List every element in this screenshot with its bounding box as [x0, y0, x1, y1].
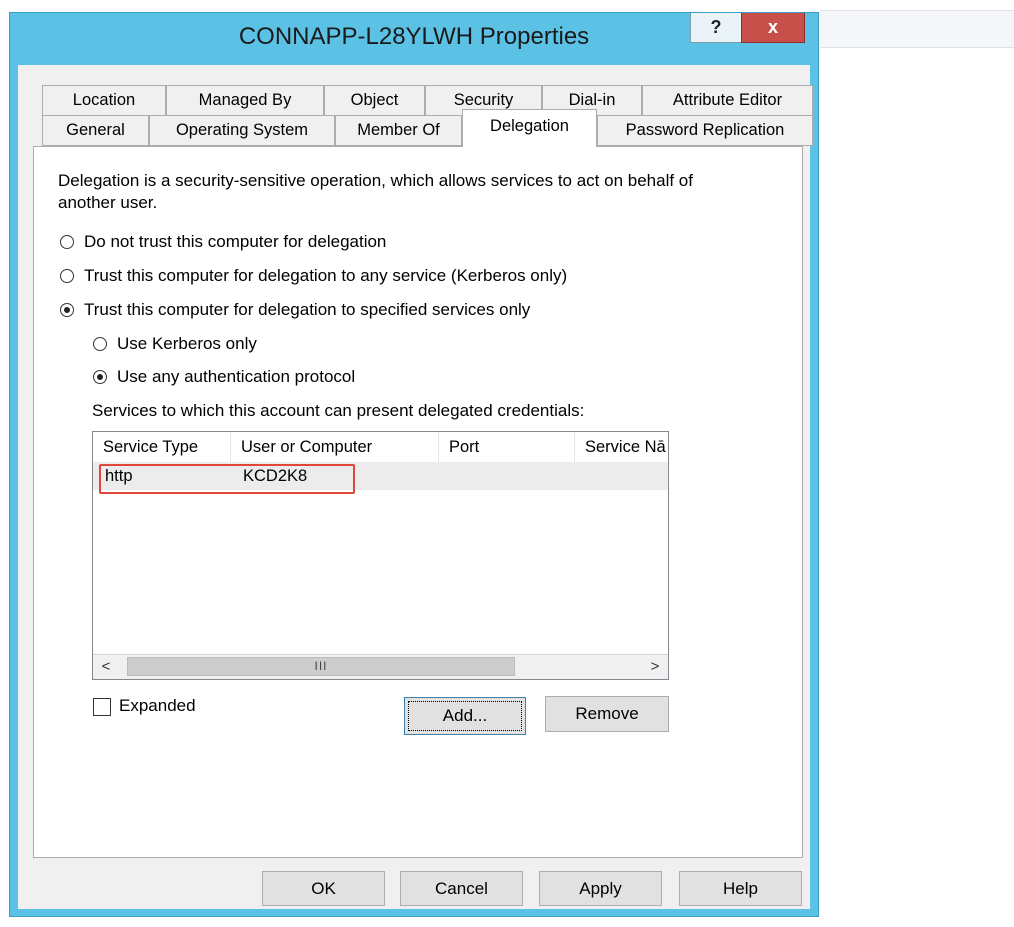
- radio-trust-any-service[interactable]: [60, 269, 74, 283]
- title-bar[interactable]: CONNAPP-L28YLWH Properties ? x: [10, 13, 818, 65]
- annotation-highlight-box: [99, 464, 355, 494]
- services-list[interactable]: Service Type User or Computer Port Servi…: [92, 431, 669, 680]
- tab-managed-by[interactable]: Managed By: [166, 85, 324, 115]
- help-button[interactable]: Help: [679, 871, 802, 906]
- add-button[interactable]: Add...: [404, 697, 526, 735]
- remove-button[interactable]: Remove: [545, 696, 669, 732]
- delegation-description: Delegation is a security-sensitive opera…: [58, 171, 693, 212]
- ok-button[interactable]: OK: [262, 871, 385, 906]
- scroll-left-arrow-icon[interactable]: <: [95, 655, 117, 678]
- services-label: Services to which this account can prese…: [92, 401, 585, 420]
- tab-operating-system[interactable]: Operating System: [149, 115, 335, 146]
- scroll-right-arrow-icon[interactable]: >: [644, 655, 666, 678]
- tab-password-replication[interactable]: Password Replication: [597, 115, 813, 146]
- scroll-grip-icon: III: [314, 659, 328, 673]
- radio-use-any-protocol-label[interactable]: Use any authentication protocol: [117, 367, 355, 387]
- expanded-checkbox[interactable]: [93, 698, 111, 716]
- scroll-thumb[interactable]: III: [127, 657, 515, 676]
- radio-do-not-trust-label[interactable]: Do not trust this computer for delegatio…: [84, 232, 386, 252]
- list-header: Service Type User or Computer Port Servi…: [93, 432, 668, 463]
- tab-general[interactable]: General: [42, 115, 149, 146]
- column-service-name[interactable]: Service Nā: [575, 432, 668, 462]
- tab-attribute-editor[interactable]: Attribute Editor: [642, 85, 813, 115]
- radio-trust-any-service-label[interactable]: Trust this computer for delegation to an…: [84, 266, 567, 286]
- radio-use-kerberos-only-label[interactable]: Use Kerberos only: [117, 334, 257, 354]
- tab-member-of[interactable]: Member Of: [335, 115, 462, 146]
- horizontal-scrollbar[interactable]: < III >: [93, 654, 668, 679]
- help-titlebar-button[interactable]: ?: [690, 13, 742, 43]
- radio-use-any-protocol[interactable]: [93, 370, 107, 384]
- expanded-label[interactable]: Expanded: [119, 696, 196, 716]
- tab-location[interactable]: Location: [42, 85, 166, 115]
- close-button[interactable]: x: [741, 13, 805, 43]
- column-user-or-computer[interactable]: User or Computer: [231, 432, 439, 462]
- cancel-button[interactable]: Cancel: [400, 871, 523, 906]
- column-service-type[interactable]: Service Type: [93, 432, 231, 462]
- radio-trust-specified-services[interactable]: [60, 303, 74, 317]
- focus-rectangle: [408, 701, 522, 731]
- panel-border: [802, 146, 803, 858]
- tab-object[interactable]: Object: [324, 85, 425, 115]
- radio-use-kerberos-only[interactable]: [93, 337, 107, 351]
- tab-delegation[interactable]: Delegation: [462, 109, 597, 147]
- background-window-strip: [820, 10, 1014, 48]
- apply-button[interactable]: Apply: [539, 871, 662, 906]
- radio-trust-specified-services-label[interactable]: Trust this computer for delegation to sp…: [84, 300, 530, 320]
- column-port[interactable]: Port: [439, 432, 575, 462]
- radio-do-not-trust[interactable]: [60, 235, 74, 249]
